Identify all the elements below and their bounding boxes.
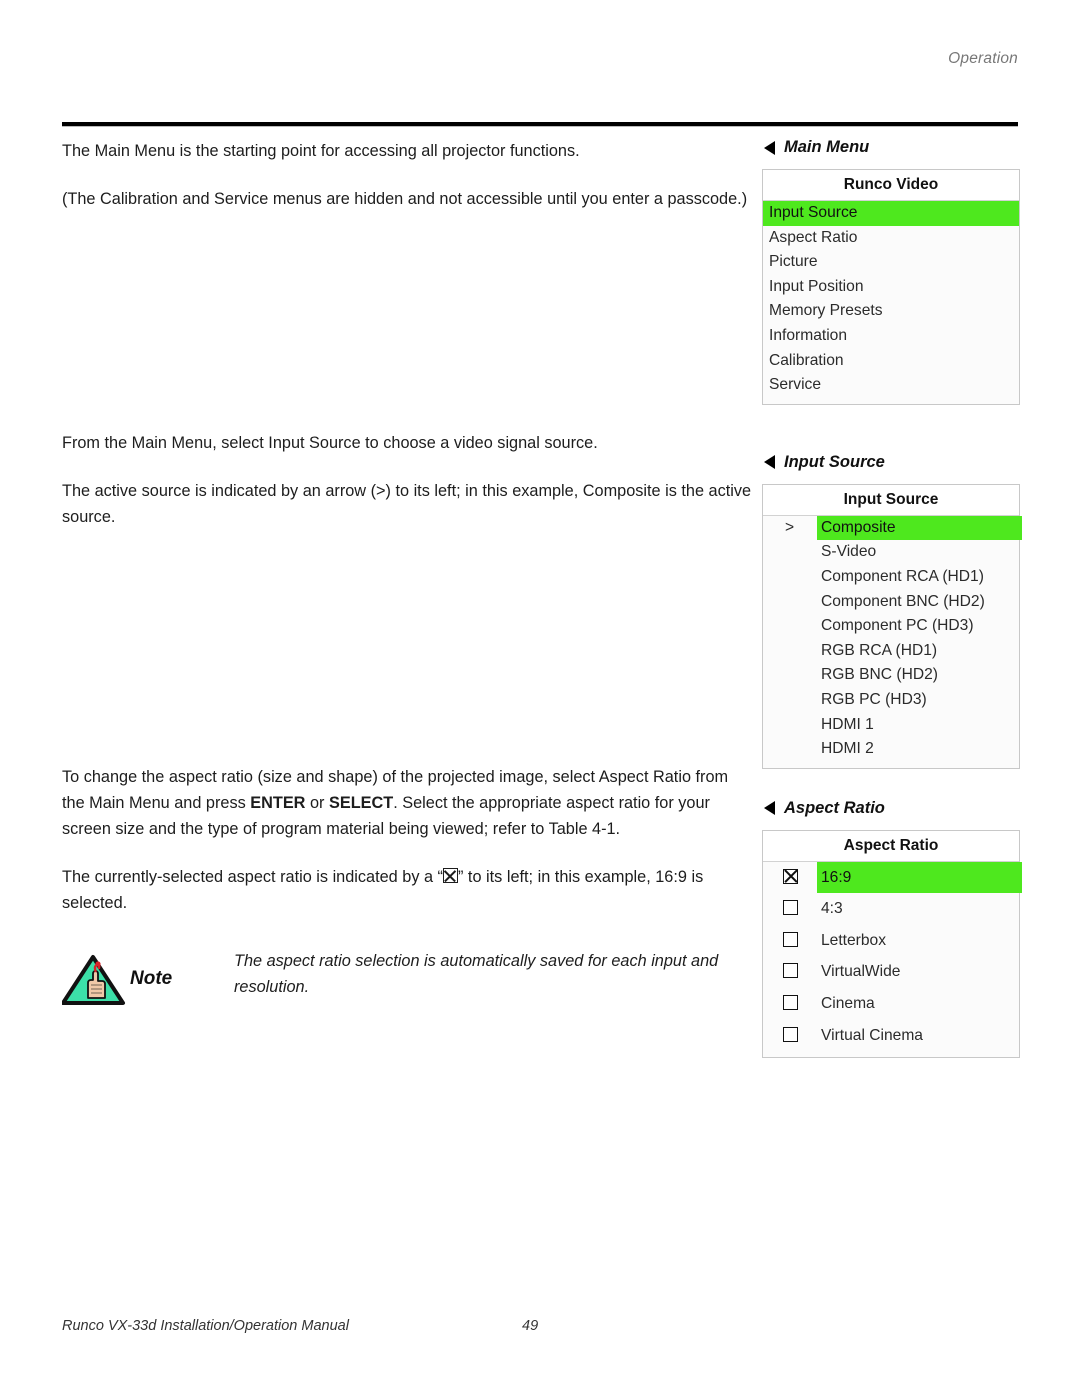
osd-caption-label: Main Menu	[784, 138, 870, 156]
osd-caption-input-source: Input Source	[764, 453, 1020, 472]
osd-menu-aspect-ratio: Aspect Ratio 16:9 4:3 Letterbox VirtualW…	[762, 829, 1022, 1059]
spacer-block-1	[62, 234, 752, 430]
aspect-item-letterbox[interactable]: Letterbox	[763, 925, 1019, 957]
source-item-label: Component PC (HD3)	[821, 617, 974, 635]
osd-caption-main-menu: Main Menu	[764, 138, 1020, 157]
osd-title: Runco Video	[763, 170, 1019, 201]
osd-caption-label: Aspect Ratio	[784, 798, 885, 817]
active-source-arrow-icon: >	[785, 518, 795, 536]
note-icon	[61, 954, 126, 1006]
source-item-rgb-rca-hd1[interactable]: RGB RCA (HD1)	[763, 639, 1019, 664]
source-item-label: HDMI 2	[821, 740, 874, 758]
aspect-item-label: VirtualWide	[821, 963, 901, 981]
checkbox-icon[interactable]	[783, 963, 798, 979]
page-header: Operation	[62, 50, 1018, 68]
osd-column: Main Menu Runco Video Input Source Aspec…	[762, 138, 1022, 1059]
source-item-label: RGB BNC (HD2)	[821, 666, 938, 684]
source-item-label: S-Video	[821, 543, 877, 561]
paragraph-active-source: The active source is indicated by an arr…	[62, 482, 752, 526]
key-select: SELECT	[328, 794, 394, 812]
paragraph-aspect-ratio-howto: To change the aspect ratio (size and sha…	[62, 764, 752, 842]
source-item-component-bnc-hd2[interactable]: Component BNC (HD2)	[763, 590, 1019, 615]
menu-item-label: Information	[769, 326, 848, 344]
source-item-component-rca-hd1[interactable]: Component RCA (HD1)	[763, 565, 1019, 590]
source-item-label: Component BNC (HD2)	[821, 592, 985, 610]
menu-item-information[interactable]: Information	[763, 324, 1019, 349]
osd-caption-aspect-ratio: Aspect Ratio	[764, 799, 1020, 818]
note-callout: Note The aspect ratio selection is autom…	[61, 948, 752, 1006]
osd-block-aspect-ratio: Aspect Ratio Aspect Ratio 16:9 4:3 Lette…	[762, 799, 1022, 1059]
menu-item-input-source[interactable]: Input Source	[763, 201, 1019, 226]
text-column: The Main Menu is the starting point for …	[61, 138, 752, 1006]
checkbox-icon[interactable]	[783, 931, 798, 947]
aspect-item-label: Cinema	[821, 995, 875, 1013]
menu-item-label: Input Source	[769, 204, 858, 221]
menu-item-service[interactable]: Service	[763, 373, 1019, 398]
menu-item-label: Calibration	[769, 351, 844, 369]
note-text: The aspect ratio selection is automatica…	[234, 952, 719, 996]
osd-title: Aspect Ratio	[763, 830, 1019, 862]
spacer-block-2	[62, 552, 752, 764]
checkbox-x-inline-icon	[442, 868, 458, 883]
footer-page-number: 49	[522, 1318, 539, 1334]
menu-item-label: Picture	[769, 253, 818, 271]
menu-item-label: Aspect Ratio	[769, 228, 858, 246]
aspect-item-virtualwide[interactable]: VirtualWide	[763, 956, 1019, 988]
source-item-rgb-pc-hd3[interactable]: RGB PC (HD3)	[763, 688, 1019, 713]
triangle-left-icon	[764, 455, 775, 470]
osd-caption-label: Input Source	[784, 452, 885, 471]
osd-menu-main-menu: Runco Video Input Source Aspect Ratio Pi…	[762, 169, 1020, 405]
menu-item-label: Memory Presets	[769, 302, 883, 320]
aspect-item-label: 4:3	[821, 900, 843, 918]
menu-item-label: Input Position	[769, 277, 864, 295]
aspect-item-label: Virtual Cinema	[821, 1026, 923, 1044]
aspect-item-label: 16:9	[821, 868, 852, 886]
source-item-label: HDMI 1	[821, 715, 874, 733]
aspect-item-4-3[interactable]: 4:3	[763, 893, 1019, 925]
source-item-label: RGB RCA (HD1)	[821, 641, 938, 659]
page-footer: Runco VX-33d Installation/Operation Manu…	[62, 1318, 1018, 1334]
source-item-component-pc-hd3[interactable]: Component PC (HD3)	[763, 614, 1019, 639]
checkbox-icon[interactable]	[783, 995, 798, 1011]
aspect-item-cinema[interactable]: Cinema	[763, 988, 1019, 1020]
aspect-item-label: Letterbox	[821, 931, 887, 949]
paragraph-passcode-note: (The Calibration and Service menus are h…	[62, 190, 748, 208]
checkbox-icon[interactable]	[783, 900, 798, 916]
source-item-label: RGB PC (HD3)	[821, 690, 927, 708]
menu-item-aspect-ratio[interactable]: Aspect Ratio	[763, 226, 1019, 251]
source-item-hdmi-1[interactable]: HDMI 1	[763, 713, 1019, 738]
source-item-s-video[interactable]: S-Video	[763, 540, 1019, 565]
menu-item-calibration[interactable]: Calibration	[763, 349, 1019, 374]
source-item-rgb-bnc-hd2[interactable]: RGB BNC (HD2)	[763, 663, 1019, 688]
selected-indicator-part1: The currently-selected aspect ratio is i…	[62, 868, 443, 886]
source-item-hdmi-2[interactable]: HDMI 2	[763, 737, 1019, 762]
header-rule	[62, 122, 1018, 127]
menu-item-memory-presets[interactable]: Memory Presets	[763, 299, 1019, 324]
menu-item-picture[interactable]: Picture	[763, 250, 1019, 275]
triangle-left-icon	[764, 801, 775, 816]
triangle-left-icon	[764, 140, 775, 155]
paragraph-input-source-intro: From the Main Menu, select Input Source …	[62, 434, 598, 452]
aspect-item-16-9[interactable]: 16:9	[763, 861, 1022, 894]
menu-item-label: Service	[769, 376, 821, 394]
osd-block-main-menu: Main Menu Runco Video Input Source Aspec…	[762, 138, 1020, 405]
header-section-title: Operation	[948, 50, 1018, 67]
aspect-howto-part2: or	[305, 794, 329, 812]
aspect-item-virtual-cinema[interactable]: Virtual Cinema	[763, 1020, 1019, 1052]
menu-item-input-position[interactable]: Input Position	[763, 275, 1019, 300]
source-item-label: Composite	[821, 518, 896, 536]
source-item-label: Component RCA (HD1)	[821, 567, 984, 585]
osd-menu-input-source: Input Source > Composite S-Video Compone…	[762, 483, 1022, 769]
checkbox-checked-icon[interactable]	[783, 868, 798, 884]
paragraph-selected-indicator: The currently-selected aspect ratio is i…	[62, 864, 752, 916]
checkbox-icon[interactable]	[783, 1026, 798, 1042]
osd-title: Input Source	[763, 484, 1019, 516]
key-enter: ENTER	[250, 794, 306, 812]
source-item-composite[interactable]: > Composite	[763, 515, 1022, 541]
note-triangle-hand-icon	[61, 955, 125, 1005]
footer-manual-title: Runco VX-33d Installation/Operation Manu…	[62, 1318, 349, 1334]
paragraph-main-menu-intro: The Main Menu is the starting point for …	[62, 142, 580, 160]
note-label: Note	[130, 968, 173, 989]
osd-block-input-source: Input Source Input Source > Composite S-…	[762, 453, 1022, 769]
